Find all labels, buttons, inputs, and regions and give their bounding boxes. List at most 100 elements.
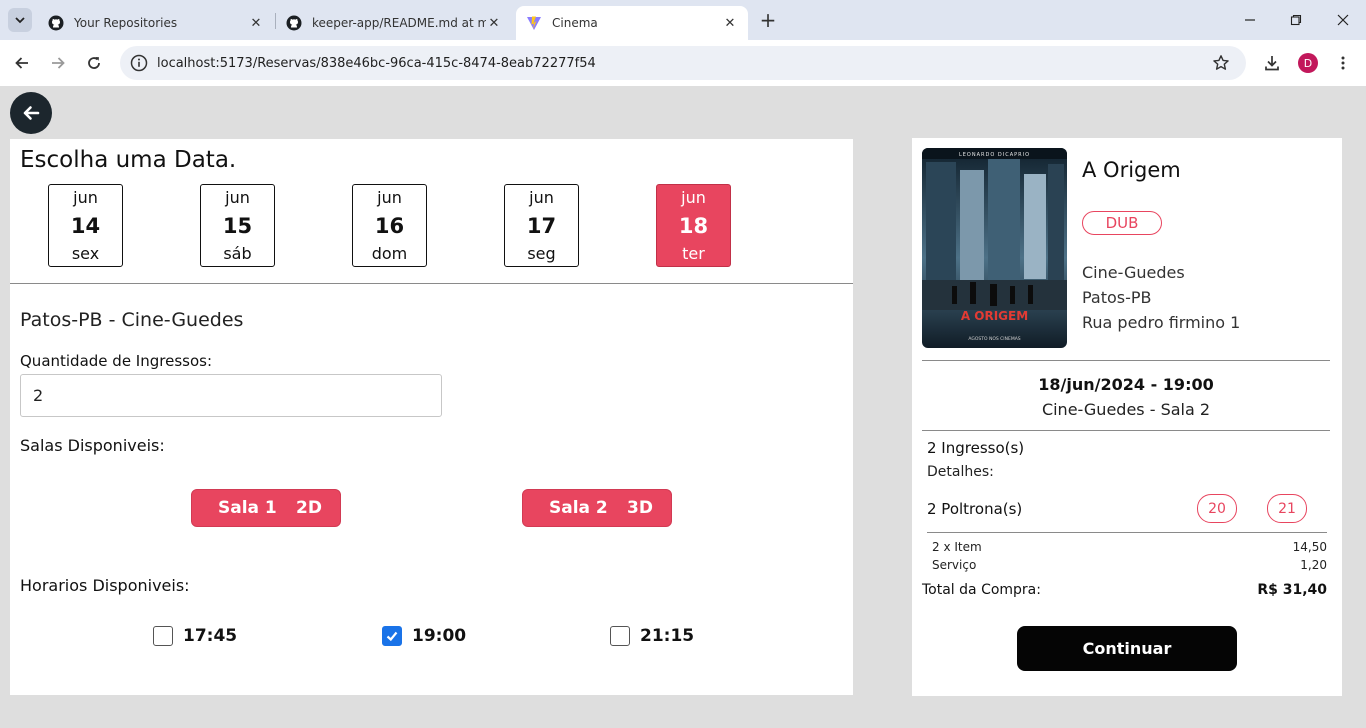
profile-avatar[interactable]: D — [1298, 53, 1318, 73]
date-option-14[interactable]: jun 14 sex — [48, 184, 123, 267]
arrow-left-icon — [23, 106, 40, 120]
vite-icon — [527, 16, 541, 30]
back-button[interactable] — [10, 92, 52, 134]
checkmark-icon — [386, 631, 398, 642]
summary-address: Rua pedro firmino 1 — [1082, 313, 1241, 332]
date-month: jun — [681, 188, 706, 207]
tab-search-button[interactable] — [8, 8, 32, 32]
close-icon[interactable]: ✕ — [486, 15, 502, 31]
date-month: jun — [225, 188, 250, 207]
close-icon[interactable]: ✕ — [248, 15, 264, 31]
summary-divider — [922, 430, 1330, 431]
forward-nav-button[interactable] — [45, 50, 71, 76]
date-weekday: sex — [71, 244, 100, 263]
browser-menu-button[interactable] — [1330, 50, 1356, 76]
summary-divider — [922, 360, 1330, 361]
total-label: Total da Compra: — [922, 582, 1041, 598]
browser-tab-keeper-readme[interactable]: keeper-app/README.md at ma ✕ — [276, 6, 512, 40]
movie-poster: LEONARDO DICAPRIO A ORIGEM AGOSTO NOS CI… — [922, 148, 1067, 348]
page-content: Escolha uma Data. jun 14 sex jun 15 sáb … — [0, 86, 1366, 728]
poster-title: A ORIGEM — [961, 309, 1028, 323]
room-button-sala-2[interactable]: Sala 2 3D — [522, 489, 672, 527]
minimize-button[interactable] — [1238, 8, 1262, 32]
close-icon[interactable]: ✕ — [722, 15, 738, 31]
booking-panel: Escolha uma Data. jun 14 sex jun 15 sáb … — [10, 139, 853, 695]
checkbox[interactable] — [153, 626, 173, 646]
browser-tab-cinema[interactable]: Cinema ✕ — [516, 6, 748, 40]
tab-title: Your Repositories — [74, 16, 178, 30]
poster-actor: LEONARDO DICAPRIO — [959, 152, 1030, 158]
new-tab-button[interactable]: + — [758, 9, 778, 31]
date-day: 16 — [374, 213, 405, 238]
line-item-value: 1,20 — [1300, 558, 1327, 572]
rooms-label: Salas Disponiveis: — [20, 436, 165, 455]
back-nav-button[interactable] — [9, 50, 35, 76]
browser-tab-strip: Your Repositories ✕ keeper-app/README.md… — [0, 0, 1366, 40]
arrow-right-icon — [52, 57, 65, 69]
date-month: jun — [377, 188, 402, 207]
section-divider — [10, 283, 853, 284]
tab-title: keeper-app/README.md at ma — [312, 16, 486, 30]
summary-cinema: Cine-Guedes — [1082, 263, 1185, 282]
reload-icon — [88, 57, 100, 69]
restore-button[interactable] — [1284, 8, 1308, 32]
bookmark-star-icon[interactable] — [1210, 52, 1232, 74]
seat-count: 2 Poltrona(s) — [927, 500, 1023, 518]
address-bar[interactable]: localhost:5173/Reservas/838e46bc-96ca-41… — [120, 46, 1246, 80]
browser-tab-repositories[interactable]: Your Repositories ✕ — [38, 6, 274, 40]
date-option-15[interactable]: jun 15 sáb — [200, 184, 275, 267]
date-day: 15 — [222, 213, 253, 238]
tab-title: Cinema — [552, 16, 598, 30]
session-datetime: 18/jun/2024 - 19:00 — [1038, 375, 1214, 394]
continue-button[interactable]: Continuar — [1017, 626, 1237, 671]
ticket-quantity-input[interactable] — [20, 374, 442, 417]
chevron-down-icon — [15, 17, 25, 24]
checkbox[interactable] — [610, 626, 630, 646]
date-weekday: ter — [682, 244, 705, 263]
session-room: Cine-Guedes - Sala 2 — [1041, 400, 1211, 419]
room-button-sala-1[interactable]: Sala 1 2D — [191, 489, 341, 527]
url-text[interactable]: localhost:5173/Reservas/838e46bc-96ca-41… — [157, 56, 1210, 71]
summary-divider — [927, 532, 1327, 533]
ticket-count: 2 Ingresso(s) — [927, 439, 1025, 457]
room-name: Sala 2 — [549, 498, 608, 518]
date-option-16[interactable]: jun 16 dom — [352, 184, 427, 267]
date-month: jun — [529, 188, 554, 207]
seat-badge: 21 — [1267, 494, 1307, 523]
github-icon — [286, 15, 302, 31]
date-option-17[interactable]: jun 17 seg — [504, 184, 579, 267]
line-item-label: 2 x Item — [932, 540, 982, 554]
reload-button[interactable] — [81, 50, 107, 76]
line-item-label: Serviço — [932, 558, 977, 572]
date-day: 17 — [526, 213, 557, 238]
total-row: Total da Compra: R$ 31,40 — [922, 582, 1327, 598]
date-heading: Escolha uma Data. — [20, 147, 237, 173]
close-window-button[interactable] — [1331, 8, 1355, 32]
date-option-18-selected[interactable]: jun 18 ter — [656, 184, 731, 267]
movie-title: A Origem — [1082, 158, 1181, 182]
more-vertical-icon — [1341, 56, 1345, 70]
date-weekday: dom — [371, 244, 408, 263]
line-item: Serviço 1,20 — [932, 558, 1327, 572]
date-weekday: seg — [527, 244, 556, 263]
info-icon[interactable] — [130, 54, 148, 72]
minimize-icon — [1245, 19, 1255, 21]
time-label: 17:45 — [183, 626, 238, 646]
restore-icon — [1290, 14, 1302, 26]
time-option-1900[interactable]: 19:00 — [382, 626, 466, 646]
time-option-1745[interactable]: 17:45 — [153, 626, 237, 646]
order-summary-panel: LEONARDO DICAPRIO A ORIGEM AGOSTO NOS CI… — [912, 138, 1342, 696]
github-icon — [48, 15, 64, 31]
room-format: 3D — [627, 498, 653, 518]
time-option-2115[interactable]: 21:15 — [610, 626, 694, 646]
date-day: 18 — [678, 213, 709, 238]
browser-toolbar: localhost:5173/Reservas/838e46bc-96ca-41… — [0, 40, 1366, 86]
download-button[interactable] — [1259, 50, 1285, 76]
download-icon — [1265, 56, 1279, 71]
quantity-label: Quantidade de Ingressos: — [20, 352, 213, 370]
total-value: R$ 31,40 — [1257, 582, 1327, 598]
checkbox-checked[interactable] — [382, 626, 402, 646]
date-day: 14 — [70, 213, 101, 238]
poster-footer: AGOSTO NOS CINEMAS — [968, 336, 1020, 342]
close-icon — [1337, 14, 1349, 26]
